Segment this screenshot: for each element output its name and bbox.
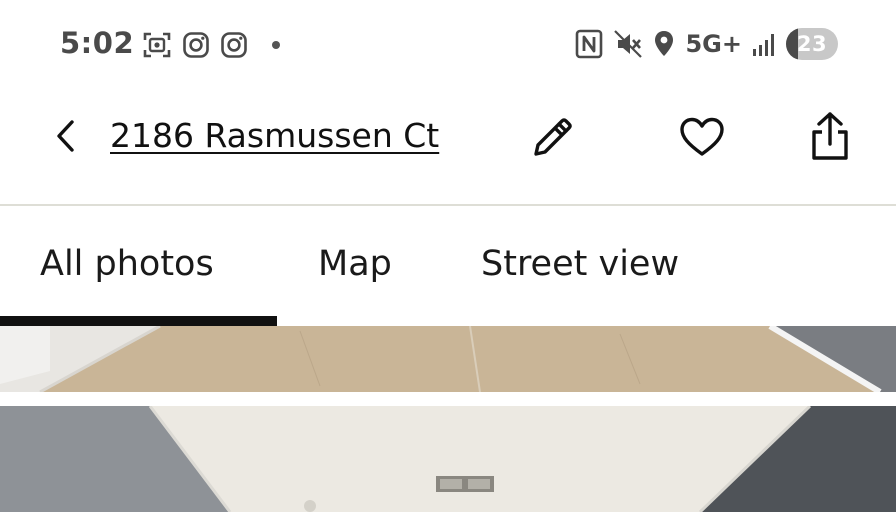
vibrate-mute-icon — [614, 30, 643, 58]
share-button[interactable] — [806, 110, 854, 162]
battery-indicator: 23 — [786, 28, 838, 60]
network-label: 5G+ — [685, 30, 742, 58]
signal-icon — [753, 34, 774, 56]
listing-photo[interactable] — [0, 326, 896, 392]
status-time: 5:02 — [60, 26, 135, 60]
status-bar: 5:02 5G+ 23 — [0, 0, 896, 88]
instagram-icon — [221, 32, 247, 58]
battery-text: 23 — [796, 32, 828, 56]
listing-photo-image — [0, 406, 896, 512]
photo-tabs: All photos Map Street view — [0, 206, 896, 326]
location-icon — [655, 31, 674, 56]
back-button[interactable] — [48, 116, 84, 156]
back-arrow-icon — [57, 120, 74, 152]
heart-icon — [680, 117, 724, 156]
app-header: 2186 Rasmussen Ct — [0, 88, 896, 204]
tab-map[interactable]: Map — [318, 244, 392, 284]
status-left-icons — [142, 30, 280, 60]
active-tab-indicator — [0, 316, 277, 326]
screenshot-icon — [143, 32, 171, 58]
status-right-icons: 5G+ 23 — [575, 28, 838, 60]
share-icon — [812, 112, 848, 160]
tab-street-view[interactable]: Street view — [481, 244, 679, 284]
instagram-icon — [183, 32, 209, 58]
listing-photo[interactable] — [0, 406, 896, 512]
listing-photo-image — [0, 326, 896, 392]
notification-dot — [272, 41, 280, 49]
address-title[interactable]: 2186 Rasmussen Ct — [110, 116, 439, 155]
pencil-icon — [534, 118, 572, 156]
favorite-button[interactable] — [678, 114, 726, 162]
tab-all-photos[interactable]: All photos — [40, 244, 214, 284]
nfc-icon — [576, 29, 603, 59]
edit-button[interactable] — [528, 114, 576, 162]
